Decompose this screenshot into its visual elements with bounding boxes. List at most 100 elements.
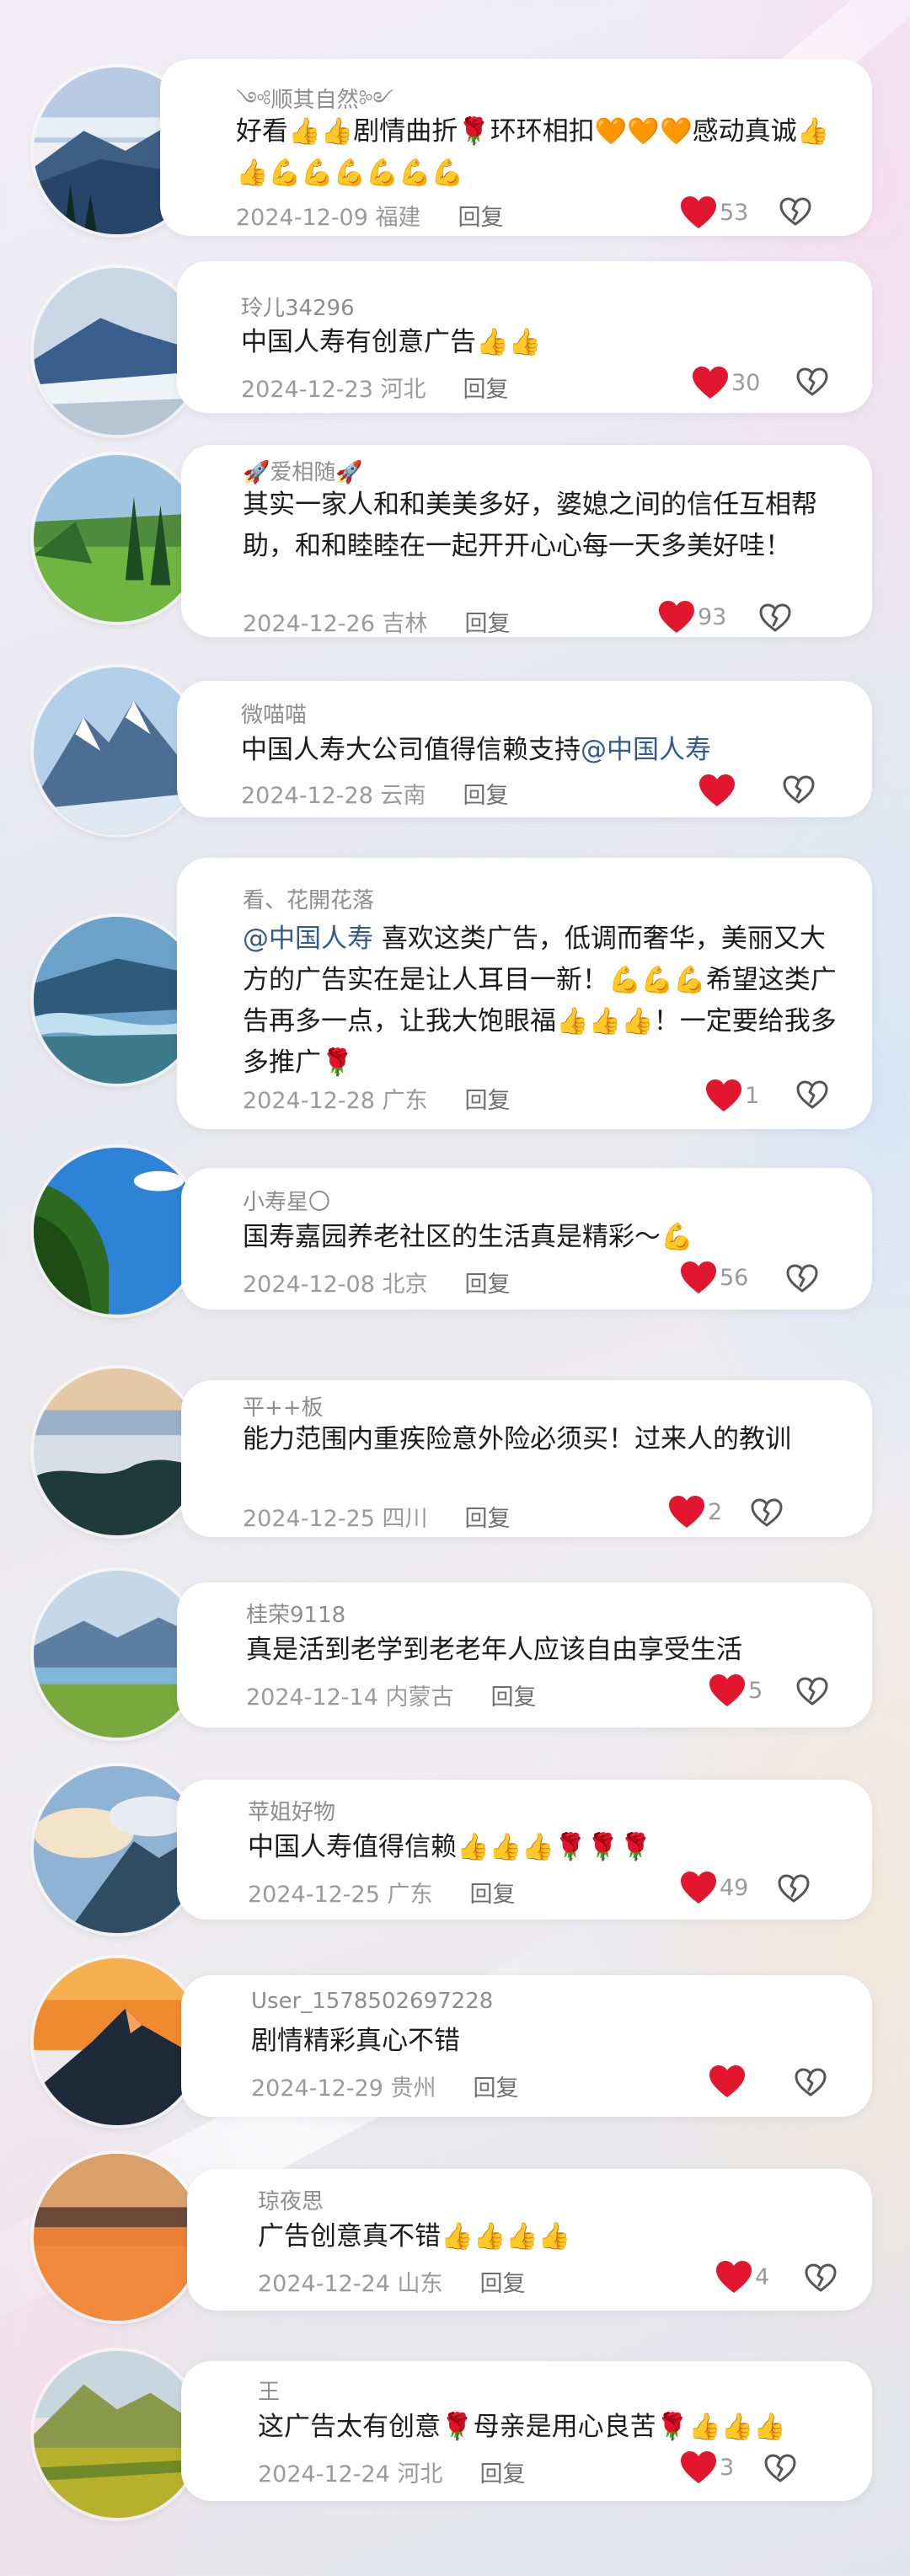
comment-meta: 2024-12-08 北京 回复 [243, 1266, 511, 1299]
like-button[interactable]: 93 [657, 597, 726, 637]
comment-meta: 2024-12-09 福建 回复 [236, 199, 504, 232]
broken-heart-icon[interactable] [794, 2066, 827, 2100]
like-button[interactable] [698, 770, 738, 811]
like-count: 2 [708, 1498, 723, 1525]
reply-button[interactable]: 回复 [474, 2075, 519, 2102]
broken-heart-icon[interactable] [785, 1262, 819, 1296]
avatar[interactable] [34, 1958, 201, 2125]
date-location: 2024-12-28 云南 [241, 783, 426, 809]
comment-text: 好看👍👍剧情曲折🌹环环相扣🧡🧡🧡感动真诚👍👍💪💪💪💪💪💪 [236, 116, 830, 188]
date-location: 2024-12-24 山东 [258, 2271, 443, 2297]
reply-button[interactable]: 回复 [465, 1088, 511, 1114]
date-location: 2024-12-25 四川 [243, 1506, 428, 1532]
heart-icon [679, 1870, 718, 1905]
username[interactable]: 琼夜思 [258, 2184, 324, 2215]
comment-text: 能力范围内重疾险意外险必须买！过来人的教训 [243, 1424, 791, 1454]
like-count: 4 [755, 2263, 770, 2290]
reply-button[interactable]: 回复 [463, 783, 509, 809]
avatar[interactable] [34, 917, 201, 1084]
broken-heart-icon[interactable] [779, 195, 812, 229]
comment-text: 中国人寿大公司值得信赖支持@中国人寿 [241, 730, 848, 771]
comment-meta: 2024-12-14 内蒙古 回复 [246, 1679, 537, 1711]
date-location: 2024-12-14 内蒙古 [246, 1684, 454, 1711]
like-button[interactable]: 4 [715, 2257, 769, 2297]
heart-icon [708, 2064, 747, 2099]
mention-link[interactable]: @中国人寿 [243, 924, 373, 954]
broken-heart-icon[interactable] [795, 1675, 829, 1709]
avatar[interactable] [34, 667, 201, 834]
like-count: 1 [745, 1082, 760, 1109]
avatar[interactable] [34, 1766, 201, 1933]
reply-button[interactable]: 回复 [465, 1272, 511, 1298]
heart-icon [715, 2259, 753, 2295]
broken-heart-icon[interactable] [750, 1497, 784, 1530]
reply-button[interactable]: 回复 [491, 1684, 537, 1711]
comment-text: 中国人寿有创意广告👍👍 [241, 327, 542, 357]
date-location: 2024-12-26 吉林 [243, 611, 428, 637]
username[interactable]: 王 [258, 2375, 280, 2406]
like-button[interactable]: 30 [691, 362, 760, 403]
heart-icon [704, 1078, 743, 1113]
mention-link[interactable]: @中国人寿 [581, 735, 711, 765]
heart-icon [698, 773, 736, 808]
comment-text: @中国人寿 喜欢这类广告，低调而奢华，美丽又大方的广告实在是让人耳目一新！💪💪💪… [243, 918, 848, 1084]
heart-icon [691, 365, 730, 400]
reply-button[interactable]: 回复 [463, 377, 509, 403]
broken-heart-icon[interactable] [795, 1079, 829, 1112]
like-button[interactable]: 3 [679, 2447, 734, 2488]
username[interactable]: 小寿星〇 [243, 1185, 330, 1216]
reply-button[interactable]: 回复 [470, 1882, 516, 1908]
comment-meta: 2024-12-24 山东 回复 [258, 2265, 526, 2298]
heart-icon [667, 1494, 706, 1529]
like-button[interactable]: 1 [704, 1075, 759, 1116]
avatar[interactable] [34, 2154, 201, 2321]
broken-heart-icon[interactable] [782, 774, 816, 807]
comment-meta: 2024-12-26 吉林 回复 [243, 605, 511, 638]
comment-meta: 2024-12-28 广东 回复 [243, 1082, 511, 1115]
avatar[interactable] [34, 1148, 201, 1315]
like-button[interactable]: 49 [679, 1867, 748, 1908]
reply-button[interactable]: 回复 [465, 1506, 511, 1532]
reply-button[interactable]: 回复 [458, 205, 504, 231]
username[interactable]: 玲儿34296 [241, 291, 355, 322]
like-count: 56 [720, 1264, 749, 1291]
heart-icon [679, 1260, 718, 1295]
comment-text: 广告创意真不错👍👍👍👍 [258, 2221, 571, 2252]
broken-heart-icon[interactable] [758, 602, 792, 635]
avatar[interactable] [34, 1571, 201, 1738]
comment-meta: 2024-12-23 河北 回复 [241, 371, 509, 404]
username[interactable]: 桂荣9118 [246, 1598, 345, 1629]
username[interactable]: 微喵喵 [241, 698, 307, 729]
like-count: 5 [748, 1677, 763, 1704]
comment-meta: 2024-12-28 云南 回复 [241, 777, 509, 810]
broken-heart-icon[interactable] [763, 2452, 797, 2486]
username[interactable]: 看、花開花落 [243, 883, 374, 914]
like-button[interactable]: 53 [679, 192, 748, 233]
like-button[interactable]: 56 [679, 1257, 748, 1298]
reply-button[interactable]: 回复 [480, 2271, 526, 2297]
username[interactable]: 苹姐好物 [248, 1795, 335, 1826]
broken-heart-icon[interactable] [795, 366, 829, 399]
username[interactable]: 🚀爱相随🚀 [243, 455, 363, 486]
broken-heart-icon[interactable] [777, 1872, 811, 1906]
reply-button[interactable]: 回复 [465, 611, 511, 637]
avatar[interactable] [34, 2351, 201, 2518]
avatar[interactable] [34, 1368, 201, 1535]
reply-button[interactable]: 回复 [480, 2461, 526, 2488]
broken-heart-icon[interactable] [804, 2262, 838, 2295]
like-button[interactable] [708, 2061, 748, 2102]
date-location: 2024-12-25 广东 [248, 1882, 433, 1908]
like-count: 53 [720, 199, 749, 226]
heart-icon [708, 1673, 747, 1708]
like-button[interactable]: 5 [708, 1670, 763, 1711]
heart-icon [657, 599, 696, 635]
username[interactable]: User_1578502697228 [251, 1989, 493, 2014]
avatar[interactable] [34, 455, 201, 622]
username[interactable]: 平++板 [243, 1390, 324, 1422]
comment-text-main: 中国人寿大公司值得信赖支持 [241, 735, 581, 765]
like-count: 30 [731, 369, 761, 396]
heart-icon [679, 195, 718, 230]
avatar[interactable] [34, 268, 201, 435]
heart-icon [679, 2450, 718, 2485]
like-button[interactable]: 2 [667, 1492, 722, 1532]
